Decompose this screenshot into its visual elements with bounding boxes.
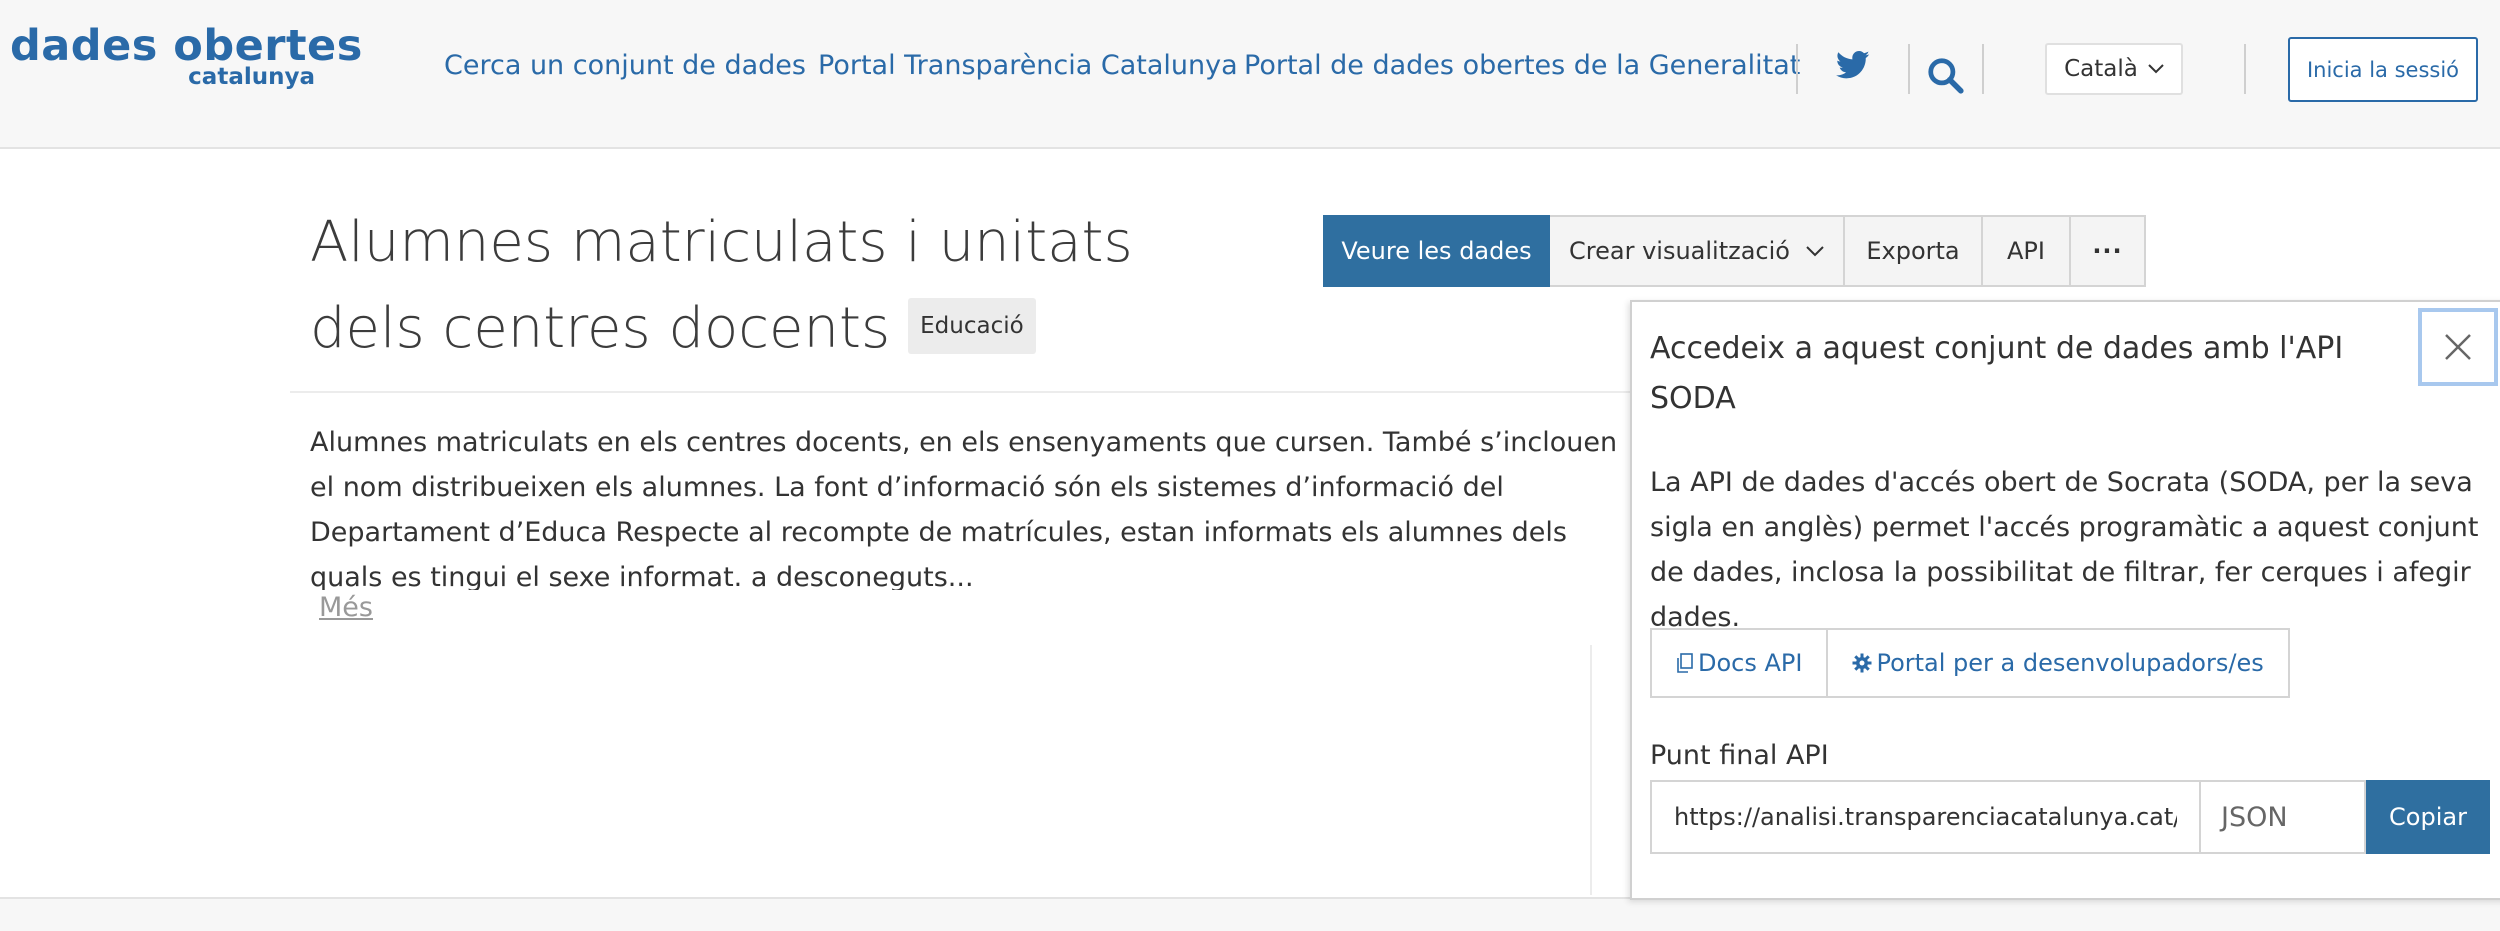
language-select-value: Català <box>2064 56 2138 82</box>
more-options-button[interactable]: ··· <box>2071 215 2146 287</box>
site-logo[interactable]: dades obertes catalunya <box>10 20 362 100</box>
api-endpoint-row: JSON Copiar <box>1650 780 2490 854</box>
docs-api-label: Docs API <box>1698 649 1803 677</box>
api-button[interactable]: API <box>1983 215 2071 287</box>
column-divider <box>1590 645 1592 895</box>
header-divider <box>1982 44 1984 94</box>
developer-portal-label: Portal per a desenvolupadors/es <box>1876 649 2264 677</box>
create-visualization-button[interactable]: Crear visualització <box>1550 215 1845 287</box>
close-button[interactable] <box>2418 308 2498 386</box>
gear-icon <box>1852 653 1872 673</box>
twitter-icon[interactable] <box>1836 50 1870 80</box>
close-icon <box>2445 334 2471 360</box>
chevron-down-icon <box>1806 245 1824 256</box>
format-select[interactable]: JSON <box>2201 780 2366 854</box>
nav-link-generalitat-open-data[interactable]: Portal de dades obertes de la Generalita… <box>1244 46 1800 86</box>
header-divider <box>1796 44 1798 94</box>
language-select[interactable]: Català <box>2045 43 2183 95</box>
api-panel: Accedeix a aquest conjunt de dades amb l… <box>1630 300 2500 900</box>
page-title: Alumnes matriculats i unitats dels centr… <box>310 200 1170 372</box>
api-panel-links: Docs API Portal per a desenvolupadors/es <box>1650 628 2290 698</box>
docs-api-button[interactable]: Docs API <box>1650 628 1829 698</box>
more-link[interactable]: Més <box>319 592 373 623</box>
view-data-button[interactable]: Veure les dades <box>1323 215 1550 287</box>
copy-document-icon <box>1677 653 1693 673</box>
login-button[interactable]: Inicia la sessió <box>2288 37 2478 102</box>
search-icon[interactable] <box>1926 56 1964 94</box>
copy-button[interactable]: Copiar <box>2366 780 2490 854</box>
api-endpoint-input[interactable] <box>1650 780 2201 854</box>
category-badge[interactable]: Educació <box>908 297 1036 354</box>
nav-link-search-datasets[interactable]: Cerca un conjunt de dades <box>444 46 806 86</box>
header-divider <box>1908 44 1910 94</box>
create-visualization-label: Crear visualització <box>1569 237 1790 265</box>
header-divider <box>2244 44 2246 94</box>
developer-portal-button[interactable]: Portal per a desenvolupadors/es <box>1828 628 2290 698</box>
page-footer-band <box>0 897 2500 931</box>
api-panel-description: La API de dades d'accés obert de Socrata… <box>1650 467 2479 633</box>
chevron-down-icon <box>2148 64 2164 74</box>
nav-link-transparency-portal[interactable]: Portal Transparència Catalunya <box>818 46 1238 86</box>
api-endpoint-label: Punt final API <box>1650 740 1829 771</box>
site-header: dades obertes catalunya Cerca un conjunt… <box>0 0 2500 149</box>
logo-subtitle: catalunya <box>188 64 315 90</box>
api-panel-title: Accedeix a aquest conjunt de dades amb l… <box>1650 331 2344 416</box>
export-button[interactable]: Exporta <box>1845 215 1983 287</box>
dataset-description: Alumnes matriculats en els centres docen… <box>310 427 1618 590</box>
dataset-action-bar: Veure les dades Crear visualització Expo… <box>1323 215 2146 287</box>
title-divider <box>290 391 1630 393</box>
